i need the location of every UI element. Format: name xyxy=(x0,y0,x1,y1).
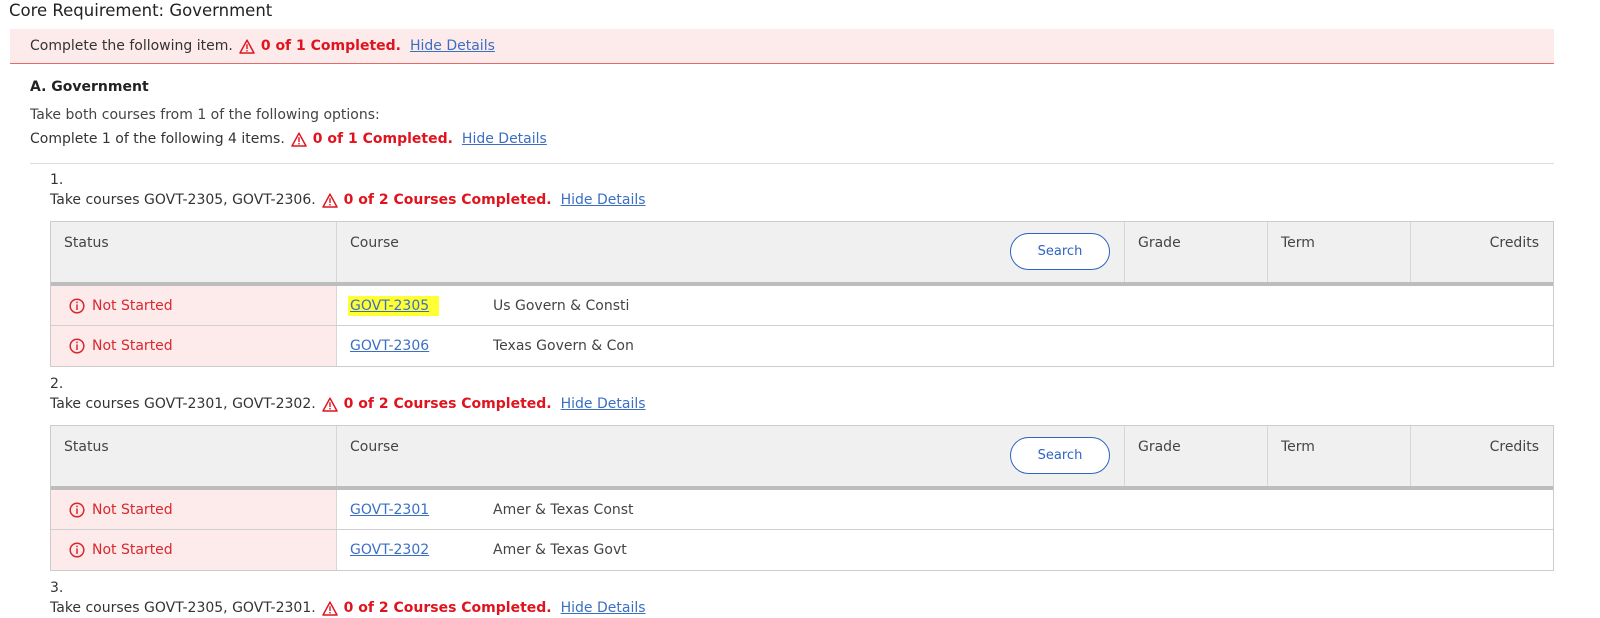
column-header-credits: Credits xyxy=(1489,235,1539,251)
section-status-line: Complete 1 of the following 4 items. 0 o… xyxy=(30,131,547,147)
option-number: 3. xyxy=(50,580,64,596)
course-code-link[interactable]: GOVT-2302 xyxy=(350,542,493,558)
course-title: Texas Govern & Con xyxy=(493,338,634,354)
status-cell: Not Started xyxy=(51,326,337,366)
course-cell: GOVT-2301 Amer & Texas Const xyxy=(337,490,1553,529)
course-title: Us Govern & Consti xyxy=(493,297,630,314)
section-instruction: Take both courses from 1 of the followin… xyxy=(30,107,380,123)
banner-completion-count: 0 of 1 Completed. xyxy=(260,38,401,54)
page-title: Core Requirement: Government xyxy=(9,1,273,20)
section-heading: A. Government xyxy=(30,79,149,95)
column-header-grade: Grade xyxy=(1125,222,1268,282)
course-code-link[interactable]: GOVT-2305 xyxy=(348,295,493,316)
status-label: Not Started xyxy=(92,542,173,558)
course-code-link[interactable]: GOVT-2306 xyxy=(350,338,493,354)
column-header-course-label: Course xyxy=(350,235,399,251)
warning-triangle-icon xyxy=(321,600,338,616)
option-status-line: Take courses GOVT-2305, GOVT-2306. 0 of … xyxy=(50,192,646,208)
status-cell: Not Started xyxy=(51,490,337,529)
option-completion-count: 0 of 2 Courses Completed. xyxy=(343,600,552,616)
banner-status-line: Complete the following item. 0 of 1 Comp… xyxy=(30,38,495,54)
option-hide-details-link[interactable]: Hide Details xyxy=(561,396,646,412)
status-label: Not Started xyxy=(92,338,173,354)
course-title: Amer & Texas Govt xyxy=(493,542,627,558)
warning-triangle-icon xyxy=(321,192,338,208)
search-button[interactable]: Search xyxy=(1010,437,1110,474)
table-row: Not Started GOVT-2306 Texas Govern & Con xyxy=(51,326,1553,366)
option-status-line: Take courses GOVT-2305, GOVT-2301. 0 of … xyxy=(50,600,646,616)
section-completion-count: 0 of 1 Completed. xyxy=(312,131,453,147)
warning-triangle-icon xyxy=(291,131,307,147)
course-cell: GOVT-2305 Us Govern & Consti xyxy=(337,286,1553,325)
column-header-course: Course Search xyxy=(337,426,1125,486)
banner-hide-details-link[interactable]: Hide Details xyxy=(410,38,495,54)
column-header-course-label: Course xyxy=(350,439,399,455)
column-header-status: Status xyxy=(51,426,337,486)
section-divider xyxy=(30,163,1554,164)
option-completion-count: 0 of 2 Courses Completed. xyxy=(343,396,552,412)
banner-text: Complete the following item. xyxy=(30,38,233,54)
course-cell: GOVT-2306 Texas Govern & Con xyxy=(337,326,1553,366)
info-circle-icon xyxy=(69,501,85,518)
warning-triangle-icon xyxy=(321,396,338,412)
column-header-term: Term xyxy=(1268,222,1411,282)
course-table: Status Course Search Grade Term Credits … xyxy=(50,221,1554,367)
table-row: Not Started GOVT-2305 Us Govern & Consti xyxy=(51,286,1553,326)
column-header-credits: Credits xyxy=(1489,439,1539,455)
course-cell: GOVT-2302 Amer & Texas Govt xyxy=(337,530,1553,570)
column-header-status: Status xyxy=(51,222,337,282)
option-completion-count: 0 of 2 Courses Completed. xyxy=(343,192,552,208)
course-title: Amer & Texas Const xyxy=(493,501,634,518)
option-status-line: Take courses GOVT-2301, GOVT-2302. 0 of … xyxy=(50,396,646,412)
option-hide-details-link[interactable]: Hide Details xyxy=(561,600,646,616)
status-label: Not Started xyxy=(92,297,173,314)
table-row: Not Started GOVT-2301 Amer & Texas Const xyxy=(51,490,1553,530)
option-text: Take courses GOVT-2305, GOVT-2306. xyxy=(50,192,316,208)
info-circle-icon xyxy=(69,297,85,314)
table-row: Not Started GOVT-2302 Amer & Texas Govt xyxy=(51,530,1553,570)
degree-audit-page: Core Requirement: Government Complete th… xyxy=(0,0,1600,618)
option-number: 2. xyxy=(50,376,64,392)
table-header: Status Course Search Grade Term Credits xyxy=(51,222,1553,286)
search-button[interactable]: Search xyxy=(1010,233,1110,270)
course-table: Status Course Search Grade Term Credits … xyxy=(50,425,1554,571)
info-circle-icon xyxy=(69,338,85,354)
option-text: Take courses GOVT-2301, GOVT-2302. xyxy=(50,396,316,412)
option-text: Take courses GOVT-2305, GOVT-2301. xyxy=(50,600,316,616)
option-number: 1. xyxy=(50,172,64,188)
column-header-grade: Grade xyxy=(1125,426,1268,486)
status-label: Not Started xyxy=(92,501,173,518)
status-cell: Not Started xyxy=(51,286,337,325)
course-code-link[interactable]: GOVT-2301 xyxy=(350,502,493,518)
column-header-course: Course Search xyxy=(337,222,1125,282)
info-circle-icon xyxy=(69,542,85,558)
status-cell: Not Started xyxy=(51,530,337,570)
column-header-term: Term xyxy=(1268,426,1411,486)
option-hide-details-link[interactable]: Hide Details xyxy=(561,192,646,208)
warning-triangle-icon xyxy=(239,38,255,54)
table-header: Status Course Search Grade Term Credits xyxy=(51,426,1553,490)
section-status-text: Complete 1 of the following 4 items. xyxy=(30,131,285,147)
section-hide-details-link[interactable]: Hide Details xyxy=(462,131,547,147)
requirement-status-banner: Complete the following item. 0 of 1 Comp… xyxy=(10,29,1554,64)
